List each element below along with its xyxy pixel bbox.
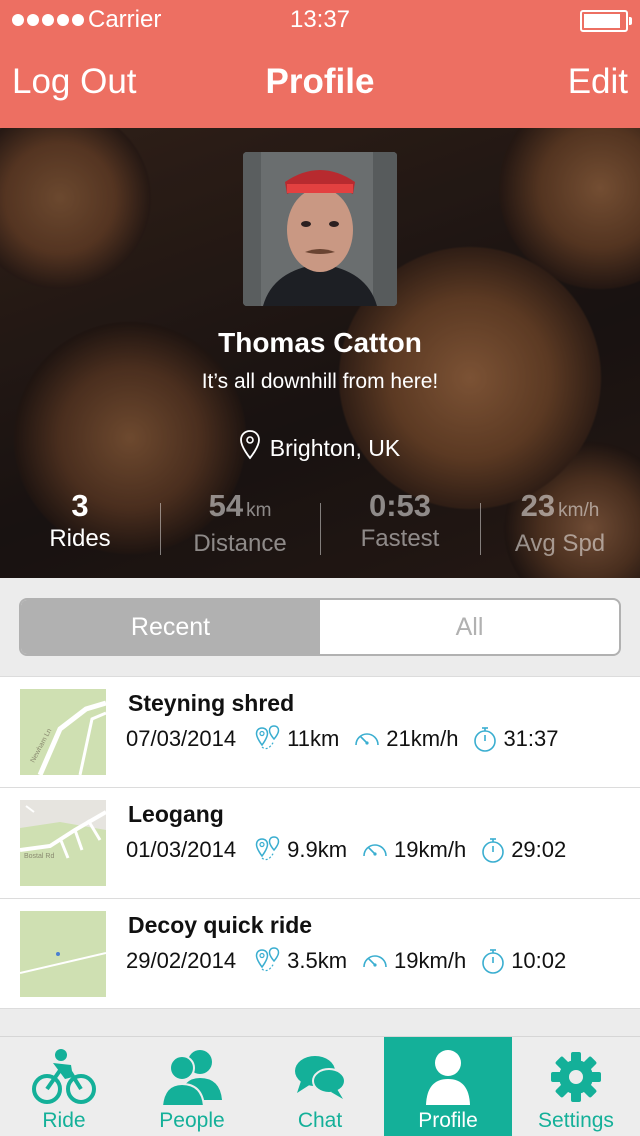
- ride-meta: 29/02/2014 3.5km 19km/h 10:02: [126, 947, 566, 975]
- speedometer-icon: [361, 836, 389, 864]
- gear-icon: [512, 1045, 640, 1109]
- stats-bar: 3 Rides 54 km Distance 0:53 Fastest 23 km/…: [0, 488, 640, 558]
- edit-button[interactable]: Edit: [568, 62, 628, 102]
- speedometer-icon: [353, 725, 381, 753]
- stat-value: 3: [71, 488, 89, 523]
- ride-distance: 3.5km: [287, 948, 348, 973]
- segment-all[interactable]: All: [320, 600, 619, 654]
- stat-label: Rides: [49, 525, 111, 552]
- ride-duration: 10:02: [511, 948, 567, 973]
- stat-rides: 3 Rides: [0, 488, 160, 558]
- tab-ride[interactable]: Ride: [0, 1037, 128, 1136]
- profile-icon: [384, 1045, 512, 1109]
- segment-area: Recent All: [0, 578, 640, 676]
- ride-distance: 11km: [287, 726, 340, 751]
- map-road-label: Bostal Rd: [24, 853, 54, 860]
- stat-label: Fastest: [360, 525, 440, 552]
- stopwatch-icon: [480, 836, 506, 864]
- rides-filter-segment: Recent All: [19, 598, 621, 656]
- route-pins-icon: [254, 836, 282, 864]
- people-icon: [128, 1045, 256, 1109]
- stat-value: 54: [208, 488, 244, 523]
- stat-label: Distance: [193, 530, 287, 557]
- stat-avg-speed: 23 km/h Avg Spd: [480, 488, 640, 558]
- ride-title: Leogang: [128, 801, 224, 827]
- stat-unit: km/h: [558, 500, 600, 521]
- stat-value: 0:53: [368, 488, 432, 523]
- ride-map-thumbnail: Bostal Rd: [20, 800, 106, 886]
- tab-chat[interactable]: Chat: [256, 1037, 384, 1136]
- ride-meta: 07/03/2014 11km 21km/h 31:37: [126, 725, 559, 753]
- profile-location: Brighton, UK: [0, 430, 640, 466]
- battery-icon: [580, 10, 632, 32]
- profile-name: Thomas Catton: [218, 327, 422, 358]
- ride-meta: 01/03/2014 9.9km 19km/h 29:02: [126, 836, 566, 864]
- tab-label: Ride: [42, 1109, 86, 1132]
- ride-row[interactable]: Newham Ln Steyning shred 07/03/2014 11km…: [0, 676, 640, 787]
- speedometer-icon: [361, 947, 389, 975]
- ride-title: Decoy quick ride: [128, 912, 313, 938]
- tab-label: Profile: [418, 1109, 478, 1132]
- stopwatch-icon: [480, 947, 506, 975]
- stat-value: 23: [520, 488, 556, 523]
- ride-map-thumbnail: Newham Ln: [20, 689, 106, 775]
- stat-fastest: 0:53 Fastest: [320, 488, 480, 558]
- ride-duration: 31:37: [503, 726, 559, 751]
- ride-speed: 19km/h: [394, 948, 467, 973]
- profile-bio: It’s all downhill from here!: [201, 370, 439, 393]
- tab-label: People: [159, 1109, 225, 1132]
- stopwatch-icon: [472, 725, 498, 753]
- location-label: Brighton, UK: [269, 434, 401, 461]
- ride-row[interactable]: Bostal Rd Leogang 01/03/2014 9.9km 19km/…: [0, 787, 640, 898]
- log-out-button[interactable]: Log Out: [12, 62, 137, 102]
- ride-speed: 21km/h: [386, 726, 459, 751]
- route-pins-icon: [254, 947, 282, 975]
- tab-profile[interactable]: Profile: [384, 1037, 512, 1136]
- ride-map-thumbnail: [20, 911, 106, 997]
- chat-icon: [256, 1045, 384, 1109]
- top-bar: Carrier 13:37 Log Out Profile Edit: [0, 0, 640, 128]
- tab-bar: Ride People Chat Profile Settings: [0, 1036, 640, 1136]
- ride-row[interactable]: Decoy quick ride 29/02/2014 3.5km 19km/h…: [0, 898, 640, 1009]
- ride-date: 07/03/2014: [126, 726, 237, 751]
- bike-icon: [0, 1045, 128, 1109]
- stat-label: Avg Spd: [514, 530, 606, 557]
- ride-list: Newham Ln Steyning shred 07/03/2014 11km…: [0, 676, 640, 1009]
- avatar[interactable]: [243, 152, 397, 306]
- segment-recent[interactable]: Recent: [21, 600, 320, 654]
- ride-title: Steyning shred: [128, 690, 295, 716]
- ride-date: 01/03/2014: [126, 837, 237, 862]
- location-pin-icon: [239, 430, 260, 466]
- route-pins-icon: [254, 725, 282, 753]
- ride-date: 29/02/2014: [126, 948, 237, 973]
- tab-label: Chat: [297, 1109, 343, 1132]
- ride-duration: 29:02: [511, 837, 567, 862]
- stat-unit: km: [246, 500, 272, 521]
- status-time: 13:37: [289, 6, 351, 33]
- ride-speed: 19km/h: [394, 837, 467, 862]
- tab-label: Settings: [538, 1109, 614, 1132]
- tab-settings[interactable]: Settings: [512, 1037, 640, 1136]
- ride-distance: 9.9km: [287, 837, 348, 862]
- profile-header: Thomas Catton It’s all downhill from her…: [0, 128, 640, 578]
- tab-people[interactable]: People: [128, 1037, 256, 1136]
- stat-distance: 54 km Distance: [160, 488, 320, 558]
- status-bar: Carrier 13:37: [0, 0, 640, 40]
